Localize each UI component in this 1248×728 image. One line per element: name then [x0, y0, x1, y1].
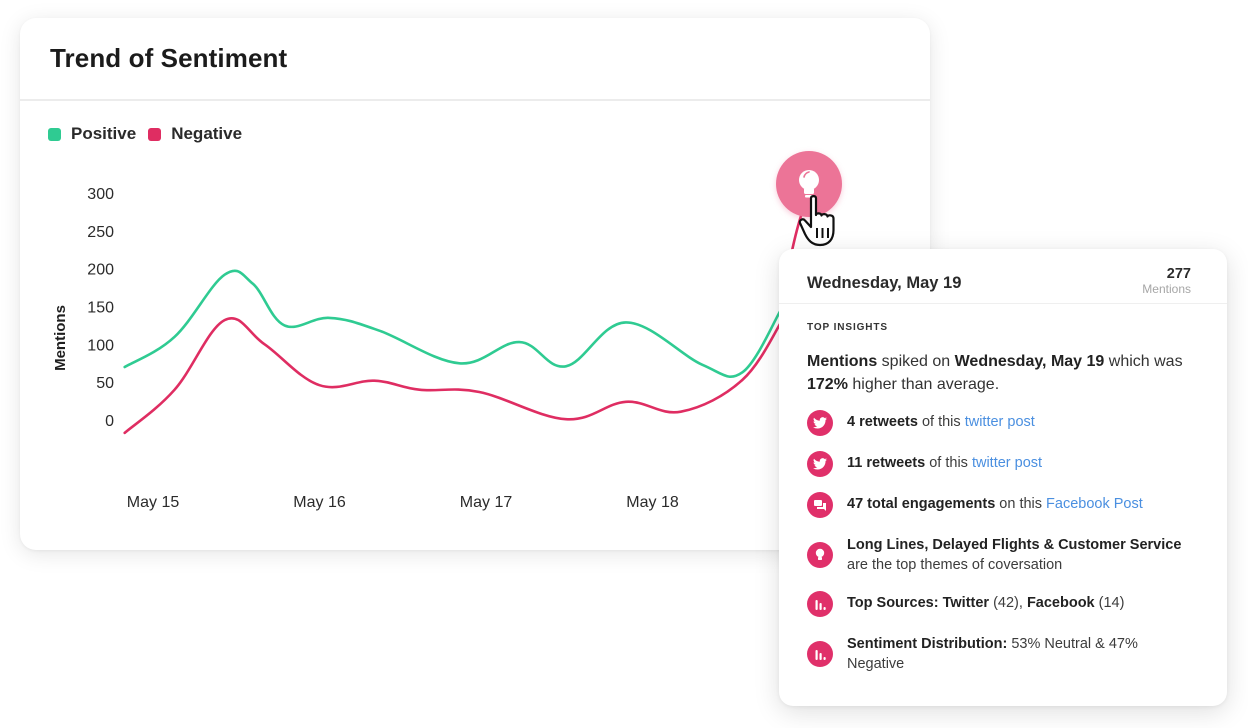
- mentions-count-value: 277: [1166, 266, 1191, 282]
- insights-list: 4 retweets of this twitter post 11 retwe…: [807, 410, 1199, 674]
- insight-text: Top Sources: Twitter (42), Facebook (14): [847, 593, 1124, 613]
- bar-chart-icon: [807, 591, 833, 617]
- summary-bold-percent: 172%: [807, 376, 848, 393]
- top-insights-heading: TOP INSIGHTS: [807, 322, 889, 333]
- spike-summary: Mentions spiked on Wednesday, May 19 whi…: [807, 350, 1199, 396]
- insight-plain: are the top themes of coversation: [847, 557, 1063, 573]
- tooltip-body: TOP INSIGHTS Mentions spiked on Wednesda…: [779, 304, 1227, 674]
- y-tick-label: 200: [87, 262, 114, 279]
- y-tick-label: 100: [87, 337, 114, 354]
- insight-plain: of this: [925, 455, 972, 471]
- insight-plain: (42),: [989, 595, 1027, 611]
- insight-item: Sentiment Distribution: 53% Neutral & 47…: [807, 634, 1199, 674]
- insight-bold: 4 retweets: [847, 414, 918, 430]
- tooltip-date: Wednesday, May 19: [807, 274, 962, 292]
- lightbulb-icon: [807, 542, 833, 568]
- x-tick-label: May 15: [127, 494, 180, 511]
- y-tick-label: 300: [87, 186, 114, 203]
- bar-chart-icon: [807, 641, 833, 667]
- mentions-count-label: Mentions: [1142, 282, 1191, 296]
- insight-bold: Top Sources: Twitter: [847, 595, 990, 611]
- y-axis: 0 50 100 150 200 250 300: [87, 186, 114, 430]
- insight-text: Sentiment Distribution: 53% Neutral & 47…: [847, 634, 1199, 674]
- insight-text: Long Lines, Delayed Flights & Customer S…: [847, 535, 1199, 575]
- summary-bold-date: Wednesday, May 19: [954, 353, 1105, 370]
- summary-bold-mentions: Mentions: [807, 353, 878, 370]
- insight-item: Long Lines, Delayed Flights & Customer S…: [807, 535, 1199, 575]
- insight-bold: 11 retweets: [847, 455, 926, 471]
- twitter-post-link[interactable]: twitter post: [972, 455, 1042, 471]
- summary-text: which was: [1104, 353, 1183, 370]
- insight-bold: Facebook: [1026, 595, 1095, 611]
- twitter-icon: [807, 451, 833, 477]
- summary-text: higher than average.: [847, 376, 1000, 393]
- insight-text: 4 retweets of this twitter post: [847, 412, 1035, 432]
- summary-text: spiked on: [877, 353, 955, 370]
- y-tick-label: 50: [96, 375, 114, 392]
- insight-item: 4 retweets of this twitter post: [807, 410, 1199, 436]
- y-axis-title: Mentions: [52, 305, 69, 371]
- insight-item: 11 retweets of this twitter post: [807, 451, 1199, 477]
- x-tick-label: May 17: [460, 494, 513, 511]
- insight-text: 47 total engagements on this Facebook Po…: [847, 494, 1143, 514]
- insight-plain: of this: [917, 414, 965, 430]
- twitter-post-link[interactable]: twitter post: [965, 414, 1035, 430]
- twitter-icon: [807, 410, 833, 436]
- insight-button[interactable]: [776, 151, 842, 217]
- x-axis: May 15 May 16 May 17 May 18: [127, 494, 679, 511]
- y-tick-label: 250: [87, 224, 114, 241]
- series-line-positive[interactable]: [123, 269, 782, 378]
- series-line-negative[interactable]: [123, 317, 784, 435]
- insight-bold: Sentiment Distribution:: [847, 636, 1008, 652]
- insight-item: Top Sources: Twitter (42), Facebook (14): [807, 591, 1199, 617]
- facebook-post-link[interactable]: Facebook Post: [1046, 496, 1143, 512]
- y-tick-label: 0: [105, 413, 114, 430]
- insight-text: 11 retweets of this twitter post: [847, 453, 1042, 473]
- insight-bold: Long Lines, Delayed Flights & Customer S…: [847, 537, 1182, 553]
- insight-item: 47 total engagements on this Facebook Po…: [807, 492, 1199, 518]
- lightbulb-icon: [799, 170, 819, 198]
- x-tick-label: May 18: [626, 494, 679, 511]
- insight-plain: (14): [1094, 595, 1125, 611]
- x-tick-label: May 16: [293, 494, 346, 511]
- insight-plain: on this: [995, 496, 1047, 512]
- insights-tooltip: Wednesday, May 19 277 Mentions TOP INSIG…: [779, 249, 1227, 706]
- y-tick-label: 150: [87, 300, 114, 317]
- chat-icon: [807, 492, 833, 518]
- insight-bold: 47 total engagements: [847, 496, 996, 512]
- mentions-count: 277 Mentions: [1142, 266, 1191, 296]
- tooltip-header: Wednesday, May 19 277 Mentions: [779, 249, 1227, 304]
- series-group: [123, 211, 804, 435]
